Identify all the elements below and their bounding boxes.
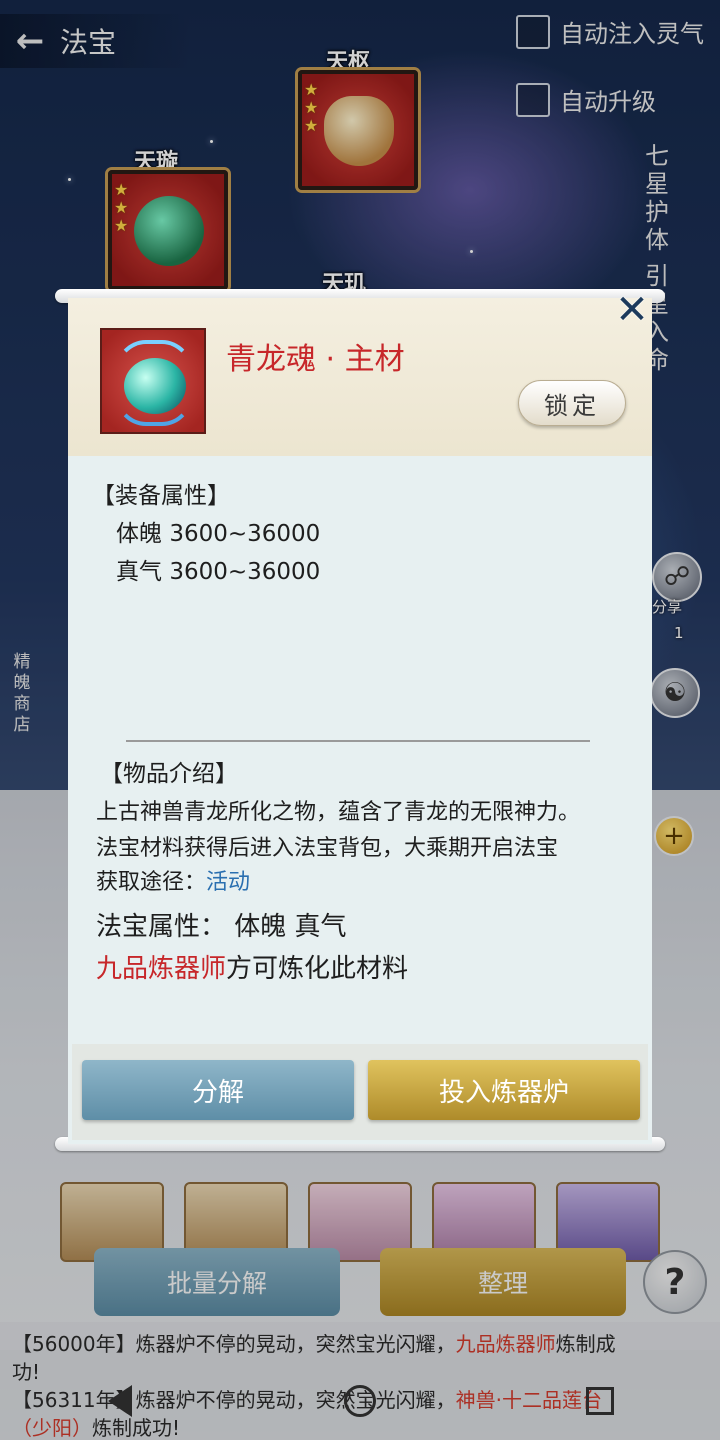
treasure-attr-row: 法宝属性： 体魄 真气 (96, 906, 347, 943)
attr-range: 3600~36000 (169, 521, 321, 547)
put-in-furnace-button[interactable]: 投入炼器炉 (368, 1060, 640, 1120)
attr-row: 真气 3600~36000 (116, 552, 320, 586)
intro-title: 【物品介绍】 (100, 761, 238, 787)
close-icon[interactable]: ✕ (614, 287, 650, 333)
attr-name: 体魄 (116, 521, 162, 547)
item-name: 青龙魂 · 主材 (226, 342, 405, 377)
attr-range: 3600~36000 (169, 559, 321, 585)
requirement-rank: 九品炼器师 (96, 954, 227, 984)
dialog-header: 青龙魂 · 主材 锁定 (68, 298, 652, 456)
requirement-row: 九品炼器师方可炼化此材料 (96, 948, 408, 985)
item-detail-dialog: 青龙魂 · 主材 锁定 【装备属性】 体魄 3600~36000 真气 3600… (68, 298, 652, 1144)
attr-row: 体魄 3600~36000 (116, 514, 320, 548)
intro-line: 法宝材料获得后进入法宝背包，大乘期开启法宝 (96, 836, 559, 861)
requirement-text: 方可炼化此材料 (226, 954, 409, 984)
treasure-attr-value: 体魄 真气 (234, 912, 347, 942)
attr-name: 真气 (116, 559, 162, 585)
equip-attr-title: 【装备属性】 (92, 483, 230, 509)
treasure-attr-label: 法宝属性： (96, 912, 227, 942)
source-link[interactable]: 活动 (206, 870, 250, 895)
lock-button[interactable]: 锁定 (518, 380, 626, 426)
intro-line: 上古神兽青龙所化之物，蕴含了青龙的无限神力。 (96, 800, 581, 825)
section-divider (126, 740, 590, 742)
source-label: 获取途径： (96, 870, 207, 895)
decompose-button[interactable]: 分解 (82, 1060, 354, 1120)
azure-dragon-soul-icon (100, 328, 206, 434)
dialog-footer: 分解 投入炼器炉 (72, 1044, 648, 1140)
orb-icon (124, 358, 186, 414)
source-row: 获取途径：活动 (96, 864, 250, 896)
